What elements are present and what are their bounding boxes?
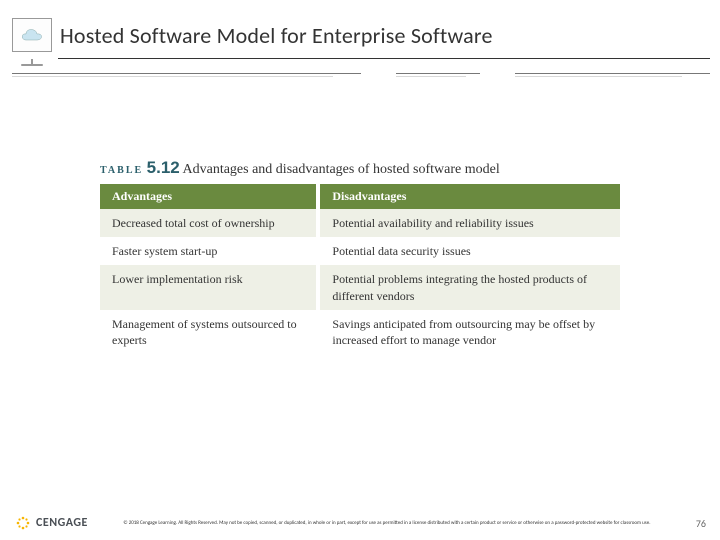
cell-advantage: Faster system start-up: [100, 237, 318, 265]
table-row: Decreased total cost of ownership Potent…: [100, 209, 620, 237]
page-title: Hosted Software Model for Enterprise Sof…: [60, 22, 493, 52]
th-advantages: Advantages: [100, 184, 318, 209]
brand-text: CENGAGE: [36, 516, 88, 530]
cell-advantage: Decreased total cost of ownership: [100, 209, 318, 237]
copyright-text: © 2018 Cengage Learning. All Rights Rese…: [98, 520, 676, 527]
table-row: Lower implementation risk Potential prob…: [100, 265, 620, 309]
table-label-word: TABLE: [100, 165, 143, 176]
decorative-rule: [12, 73, 710, 78]
table-row: Management of systems outsourced to expe…: [100, 310, 620, 354]
page-number: 76: [686, 517, 706, 530]
burst-icon: [14, 514, 32, 532]
main-content: TABLE 5.12 Advantages and disadvantages …: [100, 158, 620, 354]
cell-disadvantage: Potential availability and reliability i…: [318, 209, 620, 237]
th-disadvantages: Disadvantages: [318, 184, 620, 209]
table-caption: TABLE 5.12 Advantages and disadvantages …: [100, 158, 620, 178]
brand-logo: CENGAGE: [14, 514, 88, 532]
slide-footer: CENGAGE © 2018 Cengage Learning. All Rig…: [0, 514, 720, 532]
cell-disadvantage: Potential problems integrating the hoste…: [318, 265, 620, 309]
table-row: Faster system start-up Potential data se…: [100, 237, 620, 265]
cell-advantage: Lower implementation risk: [100, 265, 318, 309]
table-number: 5.12: [147, 158, 180, 177]
cell-advantage: Management of systems outsourced to expe…: [100, 310, 318, 354]
table-caption-text: Advantages and disadvantages of hosted s…: [183, 162, 500, 177]
cloud-monitor-icon: [12, 18, 52, 52]
cell-disadvantage: Savings anticipated from outsourcing may…: [318, 310, 620, 354]
advantages-table: Advantages Disadvantages Decreased total…: [100, 184, 620, 354]
cell-disadvantage: Potential data security issues: [318, 237, 620, 265]
title-underline: [58, 58, 710, 59]
slide-header: Hosted Software Model for Enterprise Sof…: [0, 0, 720, 52]
